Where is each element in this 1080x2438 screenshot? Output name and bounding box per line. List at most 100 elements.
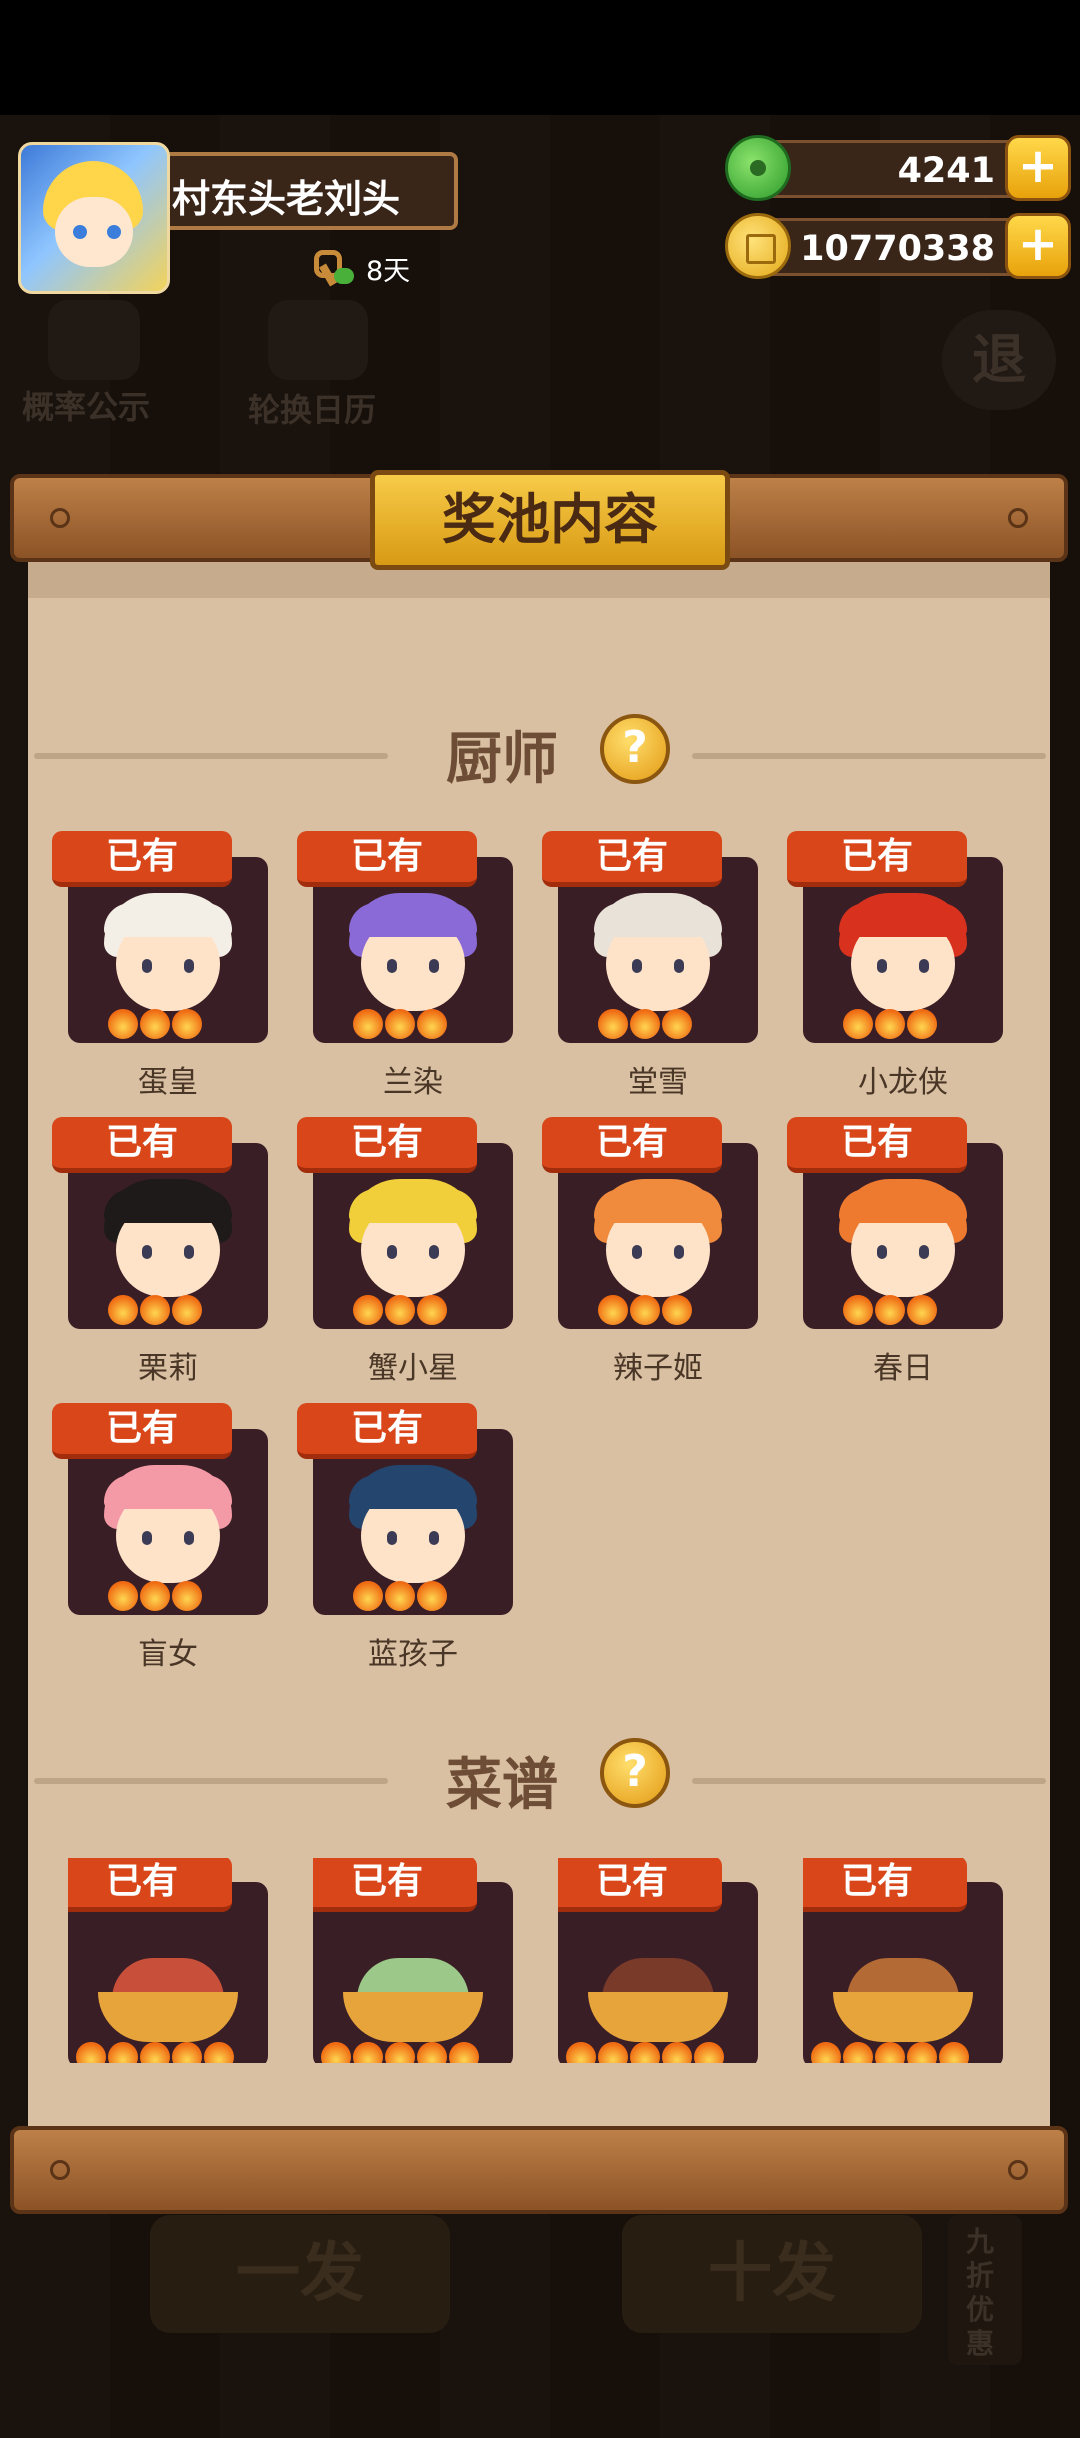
chef-name: 盲女 xyxy=(138,1637,198,1672)
owned-badge: 已有 xyxy=(542,831,722,887)
recipe-card[interactable]: 已有 xyxy=(68,1858,268,2063)
rarity-flames xyxy=(811,2042,1001,2063)
chef-name: 蓝孩子 xyxy=(368,1637,458,1672)
owned-badge: 已有 xyxy=(558,1858,722,1912)
chef-name: 蛋皇 xyxy=(138,1065,198,1100)
divider-right xyxy=(692,753,1046,759)
dish-icon xyxy=(343,1948,483,2042)
owned-badge: 已有 xyxy=(297,1117,477,1173)
chef-eyes xyxy=(632,959,684,973)
jade-value: 4241 xyxy=(897,151,995,191)
chef-card[interactable]: 已有堂雪 xyxy=(542,831,758,1100)
chef-card[interactable]: 已有蓝孩子 xyxy=(297,1403,513,1672)
owned-badge: 已有 xyxy=(52,1403,232,1459)
owned-badge: 已有 xyxy=(803,1858,967,1912)
chef-name: 堂雪 xyxy=(628,1065,688,1100)
player-name-bar: 村东头老刘头 xyxy=(150,152,458,230)
owned-badge: 已有 xyxy=(52,831,232,887)
rarity-flames xyxy=(566,2042,756,2063)
chef-bangs xyxy=(349,1189,477,1223)
rarity-flames xyxy=(353,1009,483,1039)
chef-bangs xyxy=(594,903,722,937)
chef-card[interactable]: 已有辣子姬 xyxy=(542,1117,758,1386)
rarity-flames xyxy=(76,2042,266,2063)
membership-days: 8天 xyxy=(310,248,410,288)
player-name: 村东头老刘头 xyxy=(172,177,401,221)
rarity-flames xyxy=(108,1295,238,1325)
chef-card[interactable]: 已有栗莉 xyxy=(52,1117,268,1386)
coin-counter: 10770338 + xyxy=(725,213,1071,279)
chef-bangs xyxy=(594,1189,722,1223)
rarity-flames xyxy=(108,1009,238,1039)
chef-name: 蟹小星 xyxy=(368,1351,458,1386)
chef-card[interactable]: 已有小龙侠 xyxy=(787,831,1003,1100)
chef-name: 兰染 xyxy=(383,1065,443,1100)
days-value: 8天 xyxy=(366,255,411,287)
chef-name: 小龙侠 xyxy=(858,1065,948,1100)
chef-eyes xyxy=(387,1531,439,1545)
player-avatar[interactable] xyxy=(18,142,170,294)
coin-icon xyxy=(725,213,791,279)
recipe-card[interactable]: 已有 xyxy=(803,1858,1003,2063)
chef-card[interactable]: 已有兰染 xyxy=(297,831,513,1100)
jade-icon xyxy=(725,135,791,201)
panel-title: 奖池内容 xyxy=(442,488,658,551)
panel-bottom-scroll xyxy=(10,2126,1068,2214)
chefs-section-title: 厨师 xyxy=(446,727,558,792)
jade-counter: 4241 + xyxy=(725,135,1071,201)
chef-eyes xyxy=(142,1245,194,1259)
add-coins-button[interactable]: + xyxy=(1005,213,1071,279)
dish-icon xyxy=(98,1948,238,2042)
chefs-help-icon[interactable]: ? xyxy=(600,714,670,784)
coin-value: 10770338 xyxy=(800,229,995,269)
divider-left xyxy=(34,1778,388,1784)
recipe-card[interactable]: 已有 xyxy=(313,1858,513,2063)
rarity-flames xyxy=(598,1295,728,1325)
chef-card[interactable]: 已有蟹小星 xyxy=(297,1117,513,1386)
chef-eyes xyxy=(877,1245,929,1259)
chef-card[interactable]: 已有蛋皇 xyxy=(52,831,268,1100)
chef-name: 春日 xyxy=(873,1351,933,1386)
key-icon xyxy=(310,248,354,288)
chef-bangs xyxy=(839,903,967,937)
chef-name: 辣子姬 xyxy=(613,1351,703,1386)
recipe-card[interactable]: 已有 xyxy=(558,1858,758,2063)
chef-card[interactable]: 已有盲女 xyxy=(52,1403,268,1672)
chef-eyes xyxy=(387,1245,439,1259)
chef-eyes xyxy=(142,1531,194,1545)
chef-bangs xyxy=(349,1475,477,1509)
dish-icon xyxy=(833,1948,973,2042)
owned-badge: 已有 xyxy=(542,1117,722,1173)
add-jade-button[interactable]: + xyxy=(1005,135,1071,201)
owned-badge: 已有 xyxy=(52,1117,232,1173)
divider-right xyxy=(692,1778,1046,1784)
rarity-flames xyxy=(321,2042,511,2063)
chef-eyes xyxy=(877,959,929,973)
owned-badge: 已有 xyxy=(787,1117,967,1173)
chef-eyes xyxy=(632,1245,684,1259)
chef-eyes xyxy=(142,959,194,973)
rarity-flames xyxy=(353,1295,483,1325)
chef-eyes xyxy=(387,959,439,973)
owned-badge: 已有 xyxy=(297,1403,477,1459)
owned-badge: 已有 xyxy=(68,1858,232,1912)
chef-bangs xyxy=(104,1475,232,1509)
rarity-flames xyxy=(598,1009,728,1039)
chef-bangs xyxy=(349,903,477,937)
panel-title-plate: 奖池内容 xyxy=(370,470,730,570)
rarity-flames xyxy=(353,1581,483,1611)
rarity-flames xyxy=(843,1009,973,1039)
owned-badge: 已有 xyxy=(787,831,967,887)
owned-badge: 已有 xyxy=(313,1858,477,1912)
divider-left xyxy=(34,753,388,759)
dish-icon xyxy=(588,1948,728,2042)
rarity-flames xyxy=(843,1295,973,1325)
recipes-help-icon[interactable]: ? xyxy=(600,1738,670,1808)
chef-bangs xyxy=(839,1189,967,1223)
chef-bangs xyxy=(104,903,232,937)
chef-name: 栗莉 xyxy=(138,1351,198,1386)
chef-bangs xyxy=(104,1189,232,1223)
owned-badge: 已有 xyxy=(297,831,477,887)
chef-card[interactable]: 已有春日 xyxy=(787,1117,1003,1386)
recipes-section-title: 菜谱 xyxy=(446,1753,558,1818)
